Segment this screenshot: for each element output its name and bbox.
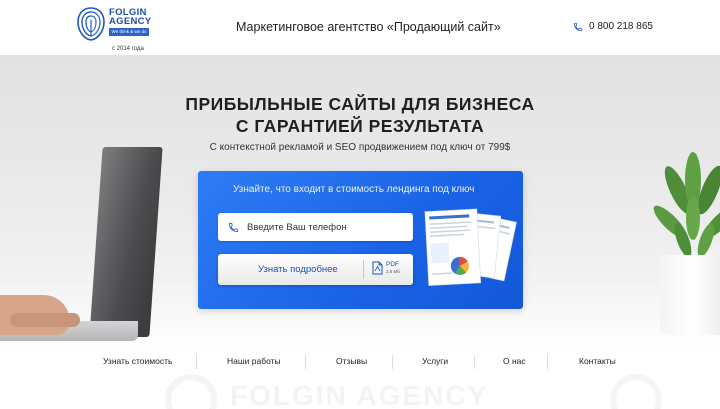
pdf-label: PDF 3.6 Мб bbox=[386, 261, 400, 274]
header-phone[interactable]: 0 800 218 865 bbox=[573, 21, 653, 32]
nav-item-pricing[interactable]: Узнать стоимость bbox=[103, 356, 172, 366]
nav-divider bbox=[474, 355, 475, 369]
nav-item-services[interactable]: Услуги bbox=[422, 356, 448, 366]
phone-icon bbox=[228, 222, 239, 232]
plant-image bbox=[653, 152, 720, 258]
plant-pot-image bbox=[660, 255, 720, 335]
learn-more-button[interactable]: Узнать подробнее PDF 3.6 Мб bbox=[218, 254, 413, 285]
main-nav: Узнать стоимость Наши работы Отзывы Услу… bbox=[0, 352, 720, 372]
hero-subtitle: С контекстной рекламой и SEO продвижение… bbox=[209, 142, 511, 153]
pdf-icon bbox=[372, 261, 383, 275]
header-title: Маркетинговое агентство «Продающий сайт» bbox=[236, 20, 501, 34]
logo-since: с 2014 года bbox=[112, 46, 144, 52]
lead-form-heading: Узнайте, что входит в стоимость лендинга… bbox=[233, 184, 475, 195]
nav-divider bbox=[305, 355, 306, 369]
footer-watermark: FOLGIN AGENCY bbox=[0, 372, 720, 409]
learn-more-label: Узнать подробнее bbox=[258, 264, 338, 275]
logo[interactable]: FOLGIN AGENCY We think & we do с 2014 го… bbox=[76, 6, 156, 52]
hero-section: ПРИБЫЛЬНЫЕ САЙТЫ ДЛЯ БИЗНЕСА С ГАРАНТИЕЙ… bbox=[0, 55, 720, 352]
phone-icon bbox=[573, 22, 583, 31]
nav-divider bbox=[196, 355, 197, 369]
phone-input[interactable] bbox=[247, 221, 397, 233]
logo-tagline: We think & we do bbox=[109, 28, 149, 36]
watermark-logo-icon bbox=[610, 374, 662, 409]
lead-form: Узнайте, что входит в стоимость лендинга… bbox=[198, 171, 523, 309]
site-header: FOLGIN AGENCY We think & we do с 2014 го… bbox=[0, 0, 720, 55]
nav-divider bbox=[547, 355, 548, 369]
documents-illustration bbox=[424, 208, 517, 286]
header-phone-number: 0 800 218 865 bbox=[589, 21, 653, 32]
nav-item-contacts[interactable]: Контакты bbox=[579, 356, 616, 366]
fingers-image bbox=[10, 313, 80, 327]
nav-item-portfolio[interactable]: Наши работы bbox=[227, 356, 281, 366]
watermark-text: FOLGIN AGENCY bbox=[230, 380, 489, 409]
nav-item-reviews[interactable]: Отзывы bbox=[336, 356, 367, 366]
phone-field[interactable] bbox=[218, 213, 413, 241]
nav-divider bbox=[392, 355, 393, 369]
pdf-size: 3.6 Мб bbox=[386, 269, 400, 274]
brain-fingerprint-logo-icon bbox=[77, 7, 105, 41]
logo-title: FOLGIN AGENCY bbox=[109, 7, 152, 27]
hero-title: ПРИБЫЛЬНЫЕ САЙТЫ ДЛЯ БИЗНЕСА С ГАРАНТИЕЙ… bbox=[185, 94, 535, 136]
watermark-logo-icon bbox=[165, 374, 217, 409]
nav-item-about[interactable]: О нас bbox=[503, 356, 526, 366]
button-divider bbox=[363, 260, 364, 279]
